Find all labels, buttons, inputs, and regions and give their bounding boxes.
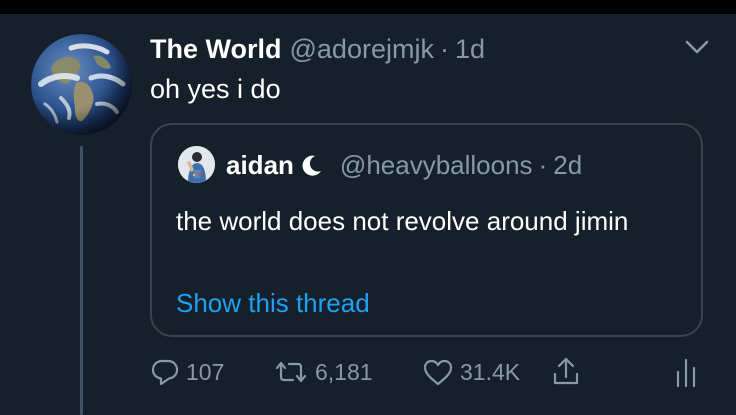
- tweet-actions-bar: 107 6,181 31.4K: [0, 352, 736, 392]
- quoted-tweet-card[interactable]: aidan @heavyballoons · 2d the world does…: [150, 123, 703, 337]
- share-icon: [553, 357, 579, 385]
- share-button[interactable]: [551, 352, 581, 392]
- reply-bubble-icon: [151, 359, 179, 386]
- reply-count: 107: [186, 358, 225, 385]
- person-avatar-icon: [178, 146, 215, 183]
- quoted-tweet-text: the world does not revolve around jimin: [176, 206, 629, 236]
- quoted-header-separator: ·: [538, 150, 548, 180]
- earth-globe-icon: [31, 34, 132, 135]
- author-name[interactable]: The World: [150, 32, 282, 66]
- tweet-menu-button[interactable]: [683, 36, 711, 58]
- author-avatar[interactable]: [31, 34, 132, 135]
- retweet-button[interactable]: 6,181: [273, 352, 373, 392]
- quoted-author-name[interactable]: aidan: [226, 149, 294, 181]
- analytics-button[interactable]: [675, 352, 697, 392]
- quoted-tweet-header: aidan @heavyballoons · 2d: [226, 149, 582, 181]
- heart-icon: [423, 359, 453, 386]
- retweet-count: 6,181: [315, 358, 373, 385]
- reply-button[interactable]: 107: [150, 352, 224, 392]
- tweet-text: oh yes i do: [150, 74, 281, 104]
- top-bar: [0, 0, 736, 14]
- analytics-bars-icon: [676, 358, 696, 388]
- like-button[interactable]: 31.4K: [422, 352, 520, 392]
- quoted-author-handle[interactable]: @heavyballoons: [340, 149, 533, 181]
- author-handle[interactable]: @adorejmjk: [290, 32, 434, 66]
- tweet-screen: The World @adorejmjk · 1d oh yes i do ai…: [0, 0, 736, 415]
- quoted-author-avatar[interactable]: [178, 146, 215, 183]
- show-thread-link[interactable]: Show this thread: [176, 287, 370, 319]
- quoted-tweet-time[interactable]: 2d: [553, 149, 582, 181]
- header-separator: ·: [439, 34, 449, 64]
- retweet-icon: [275, 361, 307, 383]
- tweet-header: The World @adorejmjk · 1d: [150, 32, 485, 66]
- like-count: 31.4K: [460, 358, 521, 385]
- chevron-down-icon: [685, 40, 709, 54]
- crescent-moon-icon: [302, 155, 321, 176]
- tweet-time[interactable]: 1d: [455, 32, 485, 66]
